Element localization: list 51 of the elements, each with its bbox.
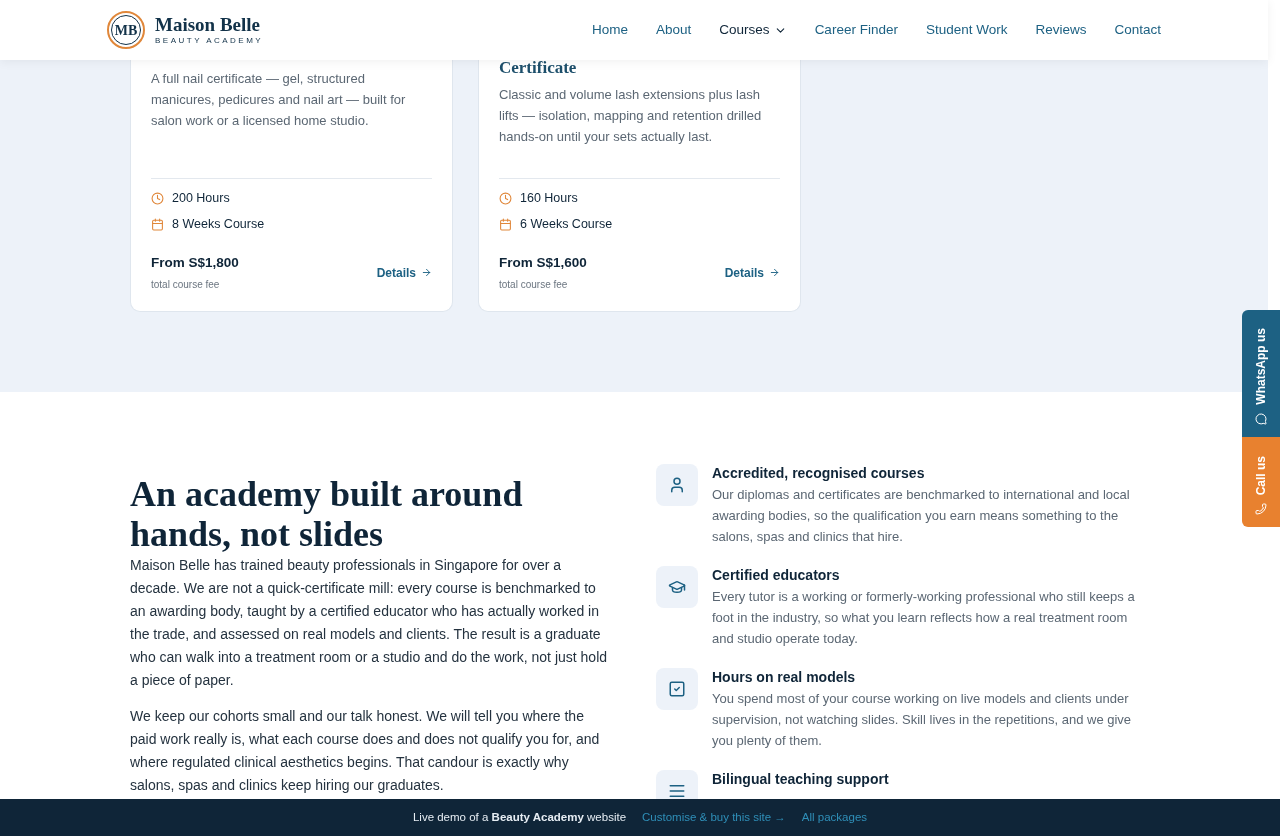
course-description: A full nail certificate — gel, structured manicures, pedicures and nail art — built for salon work or a licensed home studio. <box>151 70 407 130</box>
demo-text: Live demo of a Beauty Academy website <box>412 809 627 825</box>
demo-link[interactable]: Customise & buy this site → <box>642 808 786 827</box>
person-icon <box>668 476 686 494</box>
graduation-cap-icon <box>668 578 686 596</box>
calendar-icon <box>499 217 512 231</box>
phone-icon <box>1255 503 1267 515</box>
clock-icon <box>499 191 512 205</box>
course-hours: 160 Hours <box>520 189 578 207</box>
nav-link[interactable]: Reviews <box>1035 19 1087 41</box>
lines-icon <box>668 782 686 800</box>
price-note: total course fee <box>499 278 569 293</box>
about-paragraph: We keep our cohorts small and our talk honest. We will tell you where the paid work really is, what each course does and does not qualify you for, and where regulated clinical aesthetics begins. That candour is exactly why salons, spas and clinics keep hiring our graduates. <box>130 707 601 795</box>
arrow-icon <box>421 267 432 279</box>
clock-icon <box>151 191 164 205</box>
details-link[interactable]: Details <box>376 263 432 282</box>
side-tab-label: Call us <box>1253 455 1269 495</box>
feature-text: Every tutor is a working or formerly-working professional who still keeps a foot in the industry, so what you learn reflects how a real treatment room and studio operate today. <box>712 588 1136 648</box>
whatsapp-tab[interactable]: WhatsApp us <box>1242 310 1280 437</box>
course-duration: 6 Weeks Course <box>520 215 613 233</box>
course-hours: 200 Hours <box>172 189 230 207</box>
nav-link[interactable]: About <box>656 19 692 41</box>
brand-tagline: BEAUTY ACADEMY <box>155 37 264 45</box>
details-link[interactable]: Details <box>724 263 780 282</box>
chat-icon <box>1255 413 1267 425</box>
logo-mark: MB <box>107 11 145 49</box>
section-heading: An academy built around hands, not slides <box>130 474 524 554</box>
feature-text: You spend most of your course working on live models and clients under supervision, not watching slides. Skill lives in the repetitions, and we give you plenty of them. <box>712 690 1133 750</box>
nav-link[interactable]: Contact <box>1114 19 1161 41</box>
arrow-icon <box>769 267 780 279</box>
nav-link[interactable]: Home <box>592 19 629 41</box>
calendar-icon <box>151 217 164 231</box>
course-description: Classic and volume lash extensions plus lash lifts — isolation, mapping and retention drilled hands-on until your sets actually last. <box>499 86 763 146</box>
feature-title: Hours on real models <box>712 668 857 686</box>
demo-link[interactable]: All packages <box>801 808 868 827</box>
brand-name: Maison Belle <box>155 15 262 34</box>
feature-title: Certified educators <box>712 566 841 584</box>
price-note: total course fee <box>151 278 221 293</box>
nav-link[interactable]: Student Work <box>925 19 1008 41</box>
nav-link[interactable]: Career Finder <box>814 19 898 41</box>
course-price: From S$1,800 <box>151 254 239 272</box>
feature-title: Bilingual teaching support <box>712 770 889 788</box>
nav-link[interactable]: Courses <box>719 19 787 41</box>
course-price: From S$1,600 <box>499 254 587 272</box>
about-paragraph: Maison Belle has trained beauty professionals in Singapore for over a decade. We are not a quick-certificate mill: every course is benchmarked to an awarding body, taught by a certified educator who has actually worked in the trade, and assessed on real models and clients. The result is a graduate who can walk into a treatment room or a studio and do the work, not just hold a piece of paper. <box>130 556 609 690</box>
feature-title: Accredited, recognised courses <box>712 464 926 482</box>
checkbox-icon <box>668 680 686 698</box>
feature-text: Our diplomas and certificates are benchmarked to international and local awarding bodies, so the qualification you earn means something to the salons, spas and clinics that hire. <box>712 486 1131 546</box>
course-duration: 8 Weeks Course <box>172 215 265 233</box>
side-tab-label: WhatsApp us <box>1253 328 1269 405</box>
course-title: Certificate <box>499 58 578 78</box>
